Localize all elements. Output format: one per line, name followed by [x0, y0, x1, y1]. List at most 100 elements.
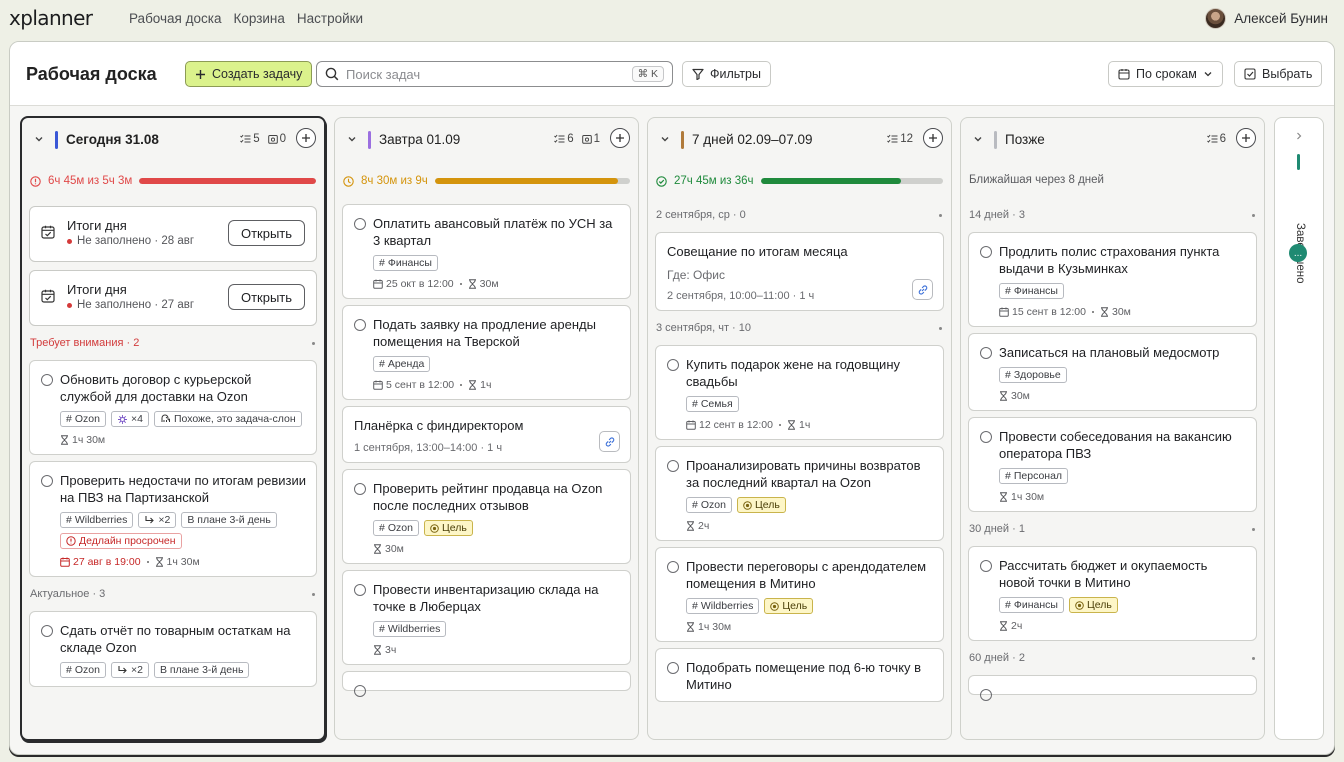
task-card[interactable]: Подобрать помещение под 6-ю точку в Мити… — [655, 648, 944, 702]
select-button[interactable]: Выбрать — [1234, 61, 1323, 87]
goal-badge[interactable]: Цель — [423, 520, 473, 536]
section-header: 60 дней · 2 — [961, 647, 1264, 669]
nav-link-trash[interactable]: Корзина — [233, 11, 284, 26]
complete-task-radio[interactable] — [41, 475, 53, 487]
task-card[interactable]: Провести инвентаризацию склада на точке … — [342, 570, 631, 665]
section-menu-dot[interactable] — [939, 326, 942, 330]
tag-text: Семья — [700, 398, 733, 410]
section-menu-dot[interactable] — [939, 213, 942, 217]
target-icon — [430, 523, 439, 533]
hashtag[interactable]: # Персонал — [999, 468, 1069, 484]
section-menu-dot[interactable] — [1252, 527, 1255, 531]
sort-dropdown[interactable]: По срокам — [1108, 61, 1223, 87]
due-date: 15 сент в 12:00 — [999, 306, 1086, 318]
hashtag[interactable]: # Wildberries — [686, 598, 760, 614]
complete-task-radio[interactable] — [354, 319, 366, 331]
chevron-down-icon[interactable] — [660, 134, 670, 144]
task-title: Рассчитать бюджет и окупаемость новой то… — [999, 558, 1208, 590]
meta-separator — [778, 424, 781, 426]
hashtag[interactable]: # Финансы — [373, 255, 438, 271]
hashtag[interactable]: # Финансы — [999, 283, 1064, 299]
nav-link-settings[interactable]: Настройки — [297, 11, 363, 26]
complete-task-radio[interactable] — [41, 374, 53, 386]
hashtag[interactable]: # Семья — [686, 396, 739, 412]
hourglass-icon — [468, 279, 477, 289]
complete-task-radio[interactable] — [980, 431, 992, 443]
daily-summary-card: Итоги дня Не заполнено · 28 авг Открыть — [29, 206, 317, 262]
chevron-down-icon[interactable] — [34, 134, 44, 144]
filter-icon — [692, 68, 704, 80]
complete-task-radio[interactable] — [354, 584, 366, 596]
task-card[interactable]: Записаться на плановый медосмотр # Здоровь… — [968, 333, 1257, 411]
complete-task-radio[interactable] — [667, 561, 679, 573]
complete-task-radio[interactable] — [980, 689, 992, 701]
chevron-down-icon[interactable] — [973, 134, 983, 144]
add-task-button[interactable] — [296, 128, 316, 148]
link-icon[interactable] — [912, 279, 933, 300]
event-card[interactable]: Планёрка с финдиректором 1 сентября, 13:0… — [342, 406, 631, 463]
task-card[interactable] — [968, 675, 1257, 701]
hashtag[interactable]: # Ozon — [373, 520, 419, 536]
section-menu-dot[interactable] — [1252, 656, 1255, 660]
subtasks-badge[interactable]: ×4 — [110, 411, 149, 427]
task-card[interactable]: Купить подарок жене на годовщину свадьбы… — [655, 345, 944, 440]
task-card[interactable]: Продлить полис страхования пункта выдачи… — [968, 232, 1257, 327]
goal-badge[interactable]: Цель — [1068, 597, 1118, 613]
app-logo[interactable]: xplanner — [9, 6, 93, 30]
complete-task-radio[interactable] — [980, 246, 992, 258]
complete-task-radio[interactable] — [980, 560, 992, 572]
search-box[interactable]: ⌘ K — [316, 61, 673, 87]
goal-badge[interactable]: Цель — [764, 598, 814, 614]
link-icon[interactable] — [599, 431, 620, 452]
task-card[interactable]: Оплатить авансовый платёж по УСН за 3 кв… — [342, 204, 631, 299]
hashtag[interactable]: # Wildberries — [60, 512, 134, 528]
task-card[interactable]: Провести собеседования на вакансию опера… — [968, 417, 1257, 512]
hashtag[interactable]: # Wildberries — [373, 621, 447, 637]
hash-icon: # — [1005, 285, 1011, 297]
complete-task-radio[interactable] — [667, 359, 679, 371]
chevron-down-icon[interactable] — [347, 134, 357, 144]
completed-column[interactable]: Завершено ... — [1274, 117, 1324, 740]
hashtag[interactable]: # Ozon — [60, 662, 106, 678]
task-card[interactable]: Проанализировать причины возвратов за по… — [655, 446, 944, 541]
complete-task-radio[interactable] — [667, 460, 679, 472]
complete-task-radio[interactable] — [667, 662, 679, 674]
section-menu-dot[interactable] — [312, 341, 315, 345]
hashtag[interactable]: # Ozon — [686, 497, 732, 513]
add-task-button[interactable] — [1236, 128, 1256, 148]
meta-text: 1ч — [798, 419, 811, 431]
task-card[interactable]: Проверить недостачи по итогам ревизии на… — [29, 461, 317, 577]
section-menu-dot[interactable] — [1252, 213, 1255, 217]
complete-task-radio[interactable] — [354, 218, 366, 230]
event-card[interactable]: Совещание по итогам месяца Где: Офис 2 сен… — [655, 232, 944, 311]
complete-task-radio[interactable] — [354, 685, 366, 697]
hashtag[interactable]: # Аренда — [373, 356, 431, 372]
filters-button[interactable]: Фильтры — [682, 61, 771, 87]
hashtag[interactable]: # Финансы — [999, 597, 1064, 613]
task-card[interactable]: Обновить договор с курьерской службой дл… — [29, 360, 317, 455]
hashtag[interactable]: # Ozon — [60, 411, 106, 427]
complete-task-radio[interactable] — [354, 483, 366, 495]
task-card[interactable]: Подать заявку на продление аренды помеще… — [342, 305, 631, 400]
task-card[interactable] — [342, 671, 631, 697]
section-menu-dot[interactable] — [312, 592, 315, 596]
add-task-button[interactable] — [610, 128, 630, 148]
complete-task-radio[interactable] — [41, 625, 53, 637]
chevron-right-icon[interactable] — [1294, 131, 1304, 141]
elephant-task-badge[interactable]: Похоже, это задача-слон — [153, 411, 302, 427]
task-card[interactable]: Сдать отчёт по товарным остаткам на скла… — [29, 611, 317, 687]
hashtag[interactable]: # Здоровье — [999, 367, 1067, 383]
user-menu[interactable]: Алексей Бунин — [1205, 8, 1328, 29]
task-card[interactable]: Провести переговоры с арендодателем поме… — [655, 547, 944, 642]
open-button[interactable]: Открыть — [228, 220, 305, 246]
create-task-button[interactable]: Создать задачу — [185, 61, 313, 87]
task-card[interactable]: Проверить рейтинг продавца на Ozon после… — [342, 469, 631, 564]
open-button[interactable]: Открыть — [228, 284, 305, 310]
goal-badge[interactable]: Цель — [736, 497, 786, 513]
column-header: Позже 6 — [961, 118, 1264, 162]
complete-task-radio[interactable] — [980, 347, 992, 359]
task-card[interactable]: Рассчитать бюджет и окупаемость новой то… — [968, 546, 1257, 641]
nav-link-board[interactable]: Рабочая доска — [129, 11, 221, 26]
add-task-button[interactable] — [923, 128, 943, 148]
search-input[interactable] — [346, 66, 625, 82]
